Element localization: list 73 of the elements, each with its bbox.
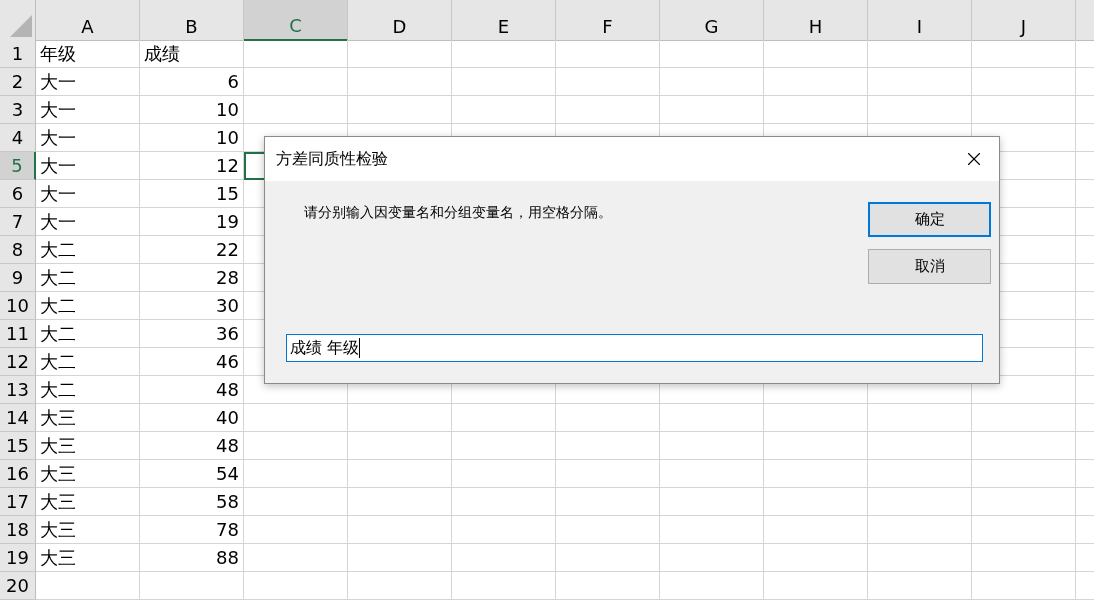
column-header[interactable]: G: [660, 0, 764, 41]
table-cell: 大一: [36, 208, 140, 236]
column-header[interactable]: A: [36, 0, 140, 41]
table-cell: 28: [140, 264, 244, 292]
row-header[interactable]: 4: [0, 124, 36, 152]
table-cell: 大一: [36, 152, 140, 180]
table-cell: 46: [140, 348, 244, 376]
table-cell: 48: [140, 432, 244, 460]
table-cell: 6: [140, 68, 244, 96]
table-cell: 大三: [36, 516, 140, 544]
row-header[interactable]: 11: [0, 320, 36, 348]
row-header[interactable]: 10: [0, 292, 36, 320]
table-cell: 年级: [36, 40, 140, 68]
table-cell: 10: [140, 96, 244, 124]
row-header[interactable]: 16: [0, 460, 36, 488]
column-header[interactable]: I: [868, 0, 972, 41]
table-cell: 30: [140, 292, 244, 320]
table-cell: 88: [140, 544, 244, 572]
table-cell: 22: [140, 236, 244, 264]
column-header[interactable]: H: [764, 0, 868, 41]
table-cell: 大三: [36, 460, 140, 488]
table-cell: 78: [140, 516, 244, 544]
row-header[interactable]: 18: [0, 516, 36, 544]
row-header[interactable]: 5: [0, 152, 36, 180]
text-caret: [359, 338, 361, 358]
dialog-button[interactable]: 取消: [868, 249, 991, 284]
table-cell: 大二: [36, 320, 140, 348]
table-cell: 10: [140, 124, 244, 152]
row-header[interactable]: 20: [0, 572, 36, 600]
input-field[interactable]: 成绩 年级: [286, 334, 983, 362]
row-header[interactable]: 8: [0, 236, 36, 264]
table-cell: 大三: [36, 488, 140, 516]
dialog-message: 请分别输入因变量名和分组变量名，用空格分隔。: [303, 203, 612, 222]
row-header[interactable]: 17: [0, 488, 36, 516]
table-cell: 15: [140, 180, 244, 208]
table-cell: 19: [140, 208, 244, 236]
row-header[interactable]: 2: [0, 68, 36, 96]
table-cell: 54: [140, 460, 244, 488]
table-cell: 大一: [36, 96, 140, 124]
table-cell: 大二: [36, 236, 140, 264]
row-header[interactable]: 6: [0, 180, 36, 208]
row-header[interactable]: 19: [0, 544, 36, 572]
column-header[interactable]: F: [556, 0, 660, 41]
dialog-title: 方差同质性检验: [276, 148, 388, 170]
column-header[interactable]: D: [348, 0, 452, 41]
table-cell: 大一: [36, 124, 140, 152]
table-cell: 大三: [36, 432, 140, 460]
column-header[interactable]: J: [972, 0, 1076, 41]
table-cell: 12: [140, 152, 244, 180]
row-header[interactable]: 7: [0, 208, 36, 236]
table-cell: 36: [140, 320, 244, 348]
table-cell: 40: [140, 404, 244, 432]
row-header[interactable]: 14: [0, 404, 36, 432]
dialog-button[interactable]: 确定: [868, 202, 991, 237]
row-header[interactable]: 13: [0, 376, 36, 404]
column-header[interactable]: C: [244, 0, 348, 41]
table-cell: 大三: [36, 404, 140, 432]
column-header[interactable]: E: [452, 0, 556, 41]
table-cell: 大二: [36, 264, 140, 292]
table-cell: 大一: [36, 180, 140, 208]
row-header[interactable]: 1: [0, 40, 36, 68]
table-cell: 大二: [36, 376, 140, 404]
table-cell: 大一: [36, 68, 140, 96]
row-header[interactable]: 9: [0, 264, 36, 292]
table-cell: 大三: [36, 544, 140, 572]
table-cell: 大二: [36, 292, 140, 320]
row-header[interactable]: 12: [0, 348, 36, 376]
table-cell: 成绩: [140, 40, 244, 68]
table-cell: 48: [140, 376, 244, 404]
row-header[interactable]: 3: [0, 96, 36, 124]
table-cell: 大二: [36, 348, 140, 376]
row-header[interactable]: 15: [0, 432, 36, 460]
table-cell: 58: [140, 488, 244, 516]
